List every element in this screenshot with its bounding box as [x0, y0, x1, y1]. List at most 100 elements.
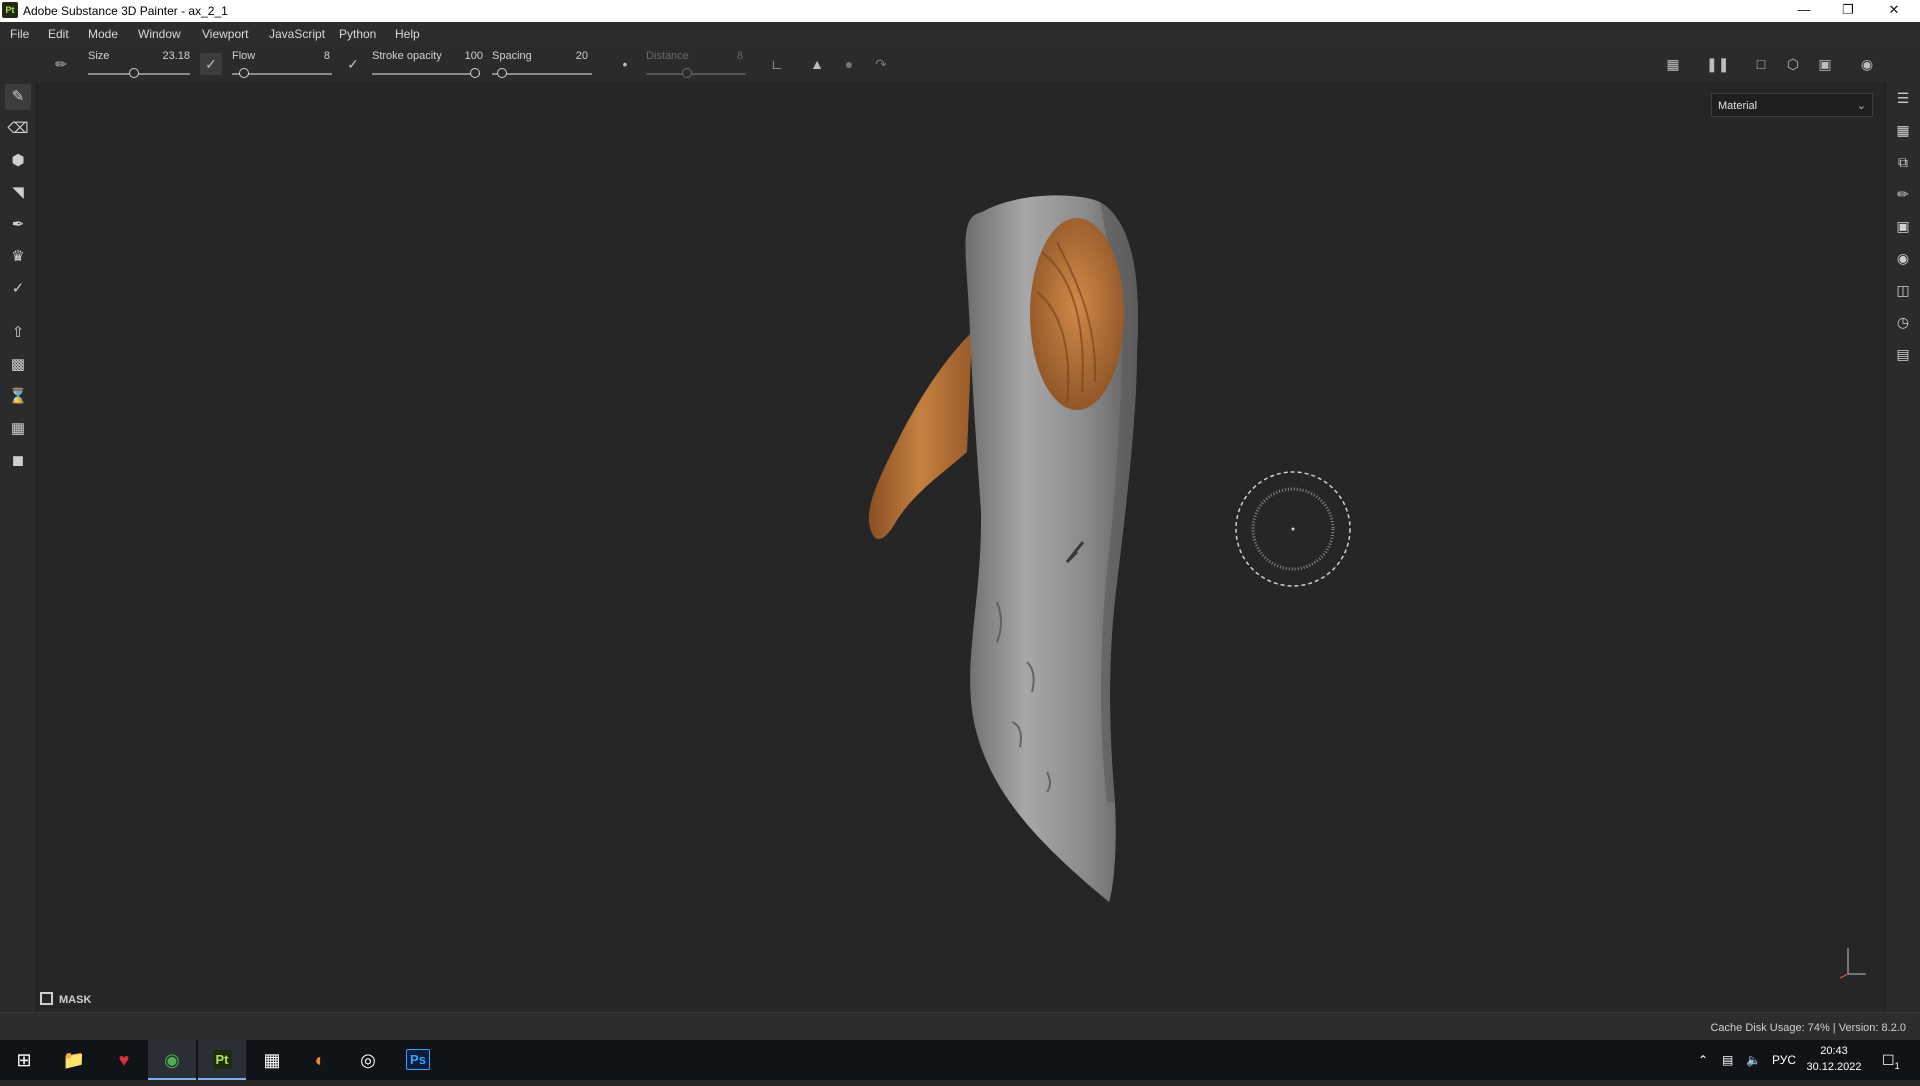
shader-settings-icon[interactable]: ◉	[1893, 248, 1913, 268]
windows-start-icon[interactable]: ⊞	[0, 1040, 48, 1080]
distance-label: Distance	[646, 50, 689, 62]
pause-render-icon[interactable]: ❚❚	[1706, 53, 1729, 75]
brush-cursor	[1235, 471, 1351, 587]
clock[interactable]: 20:43 30.12.2022	[1800, 1043, 1868, 1075]
pen-pressure-size-icon[interactable]: ✓	[200, 53, 222, 75]
distance-slider	[646, 68, 746, 78]
volume-icon[interactable]: 🔈	[1746, 1040, 1761, 1080]
vivaldi-icon[interactable]: ♥	[100, 1040, 148, 1080]
menu-mode[interactable]: Mode	[88, 27, 118, 41]
menu-viewport[interactable]: Viewport	[202, 27, 248, 41]
path-tool-icon[interactable]: ▩	[5, 352, 31, 378]
clone-stamp-icon[interactable]: ♛	[5, 244, 31, 270]
title-bar: Pt Adobe Substance 3D Painter - ax_2_1 —…	[0, 0, 1920, 22]
chrome-icon[interactable]: ◉	[148, 1040, 196, 1080]
view-mode-2d-icon[interactable]: □	[1750, 53, 1772, 75]
camera-icon[interactable]: ▣	[1814, 53, 1836, 75]
3d-viewport[interactable]	[37, 82, 1885, 1012]
language-indicator[interactable]: РУС	[1772, 1040, 1796, 1080]
cache-disk-label: Cache Disk Usage:	[1710, 1022, 1805, 1034]
stroke-opacity-label: Stroke opacity	[372, 50, 442, 62]
stroke-opacity-value[interactable]: 100	[443, 50, 483, 62]
color-picker-icon[interactable]: ✓	[5, 276, 31, 302]
photoshop-icon[interactable]: Ps	[394, 1040, 442, 1080]
assets-icon[interactable]: ◫	[1893, 280, 1913, 300]
bake-icon[interactable]: ⇧	[5, 320, 31, 346]
axe-model	[868, 195, 1139, 902]
file-explorer-icon[interactable]: 📁	[50, 1040, 98, 1080]
blender-icon[interactable]: ◐	[296, 1040, 344, 1080]
properties-icon[interactable]: ✏	[1893, 184, 1913, 204]
view-mode-3d-icon[interactable]: ⬡	[1782, 53, 1804, 75]
tray-expand-icon[interactable]: ⌃	[1698, 1040, 1708, 1080]
viewport-scene	[868, 195, 1351, 902]
window-title: Adobe Substance 3D Painter - ax_2_1	[23, 4, 228, 18]
spacing-slider-knob[interactable]	[496, 68, 507, 78]
network-icon[interactable]: ▤	[1722, 1040, 1733, 1080]
history-icon[interactable]: ◷	[1893, 312, 1913, 332]
layers-icon[interactable]: ⧉	[1893, 152, 1913, 172]
smudge-icon[interactable]: ✒	[5, 212, 31, 238]
obs-icon[interactable]: ◎	[344, 1040, 392, 1080]
notification-count: 1	[1894, 1060, 1900, 1071]
polygon-fill-icon[interactable]: ⌛	[5, 384, 31, 410]
menu-edit[interactable]: Edit	[48, 27, 69, 41]
uv-tool-icon[interactable]: ◼	[5, 448, 31, 474]
flow-slider-knob[interactable]	[239, 68, 250, 78]
menu-bar: File Edit Mode Window Viewport JavaScrip…	[0, 22, 1920, 46]
panels-dock: ☰ ▦ ⧉ ✏ ▣ ◉ ◫ ◷ ▤	[1885, 82, 1920, 1012]
notification-icon[interactable]: ☐1	[1882, 1040, 1900, 1086]
size-slider[interactable]	[88, 68, 190, 78]
chevron-down-icon: ⌄	[1856, 100, 1866, 112]
pen-pressure-flow-icon[interactable]: ✓	[342, 53, 364, 75]
tiling-icon[interactable]: ●	[838, 53, 860, 75]
spacing-value[interactable]: 20	[548, 50, 588, 62]
menu-help[interactable]: Help	[395, 27, 420, 41]
alignment-icon[interactable]: ∟	[766, 53, 788, 75]
size-slider-knob[interactable]	[129, 68, 140, 78]
axis-gizmo	[1839, 948, 1866, 979]
substance-painter-icon[interactable]: Pt	[198, 1040, 246, 1080]
restore-button[interactable]: ❐	[1826, 0, 1870, 22]
texture-set-settings-icon[interactable]: ▦	[1893, 120, 1913, 140]
menu-window[interactable]: Window	[138, 27, 181, 41]
tool-options-bar: ✏ Size 23.18 ✓ Flow 8 ✓ Stroke opacity 1…	[0, 46, 1920, 83]
stroke-opacity-slider[interactable]	[372, 68, 480, 78]
eraser-icon[interactable]: ⌫	[5, 116, 31, 142]
version-label: Version: 8.2.0	[1838, 1022, 1906, 1034]
symmetry-icon[interactable]: ▲	[806, 53, 828, 75]
minimize-button[interactable]: —	[1782, 0, 1826, 22]
axe-handle	[868, 332, 972, 539]
mask-toggle[interactable]: MASK	[40, 992, 91, 1006]
flow-label: Flow	[232, 50, 256, 62]
cache-disk-value: 74%	[1807, 1022, 1830, 1034]
close-button[interactable]: ✕	[1872, 0, 1916, 22]
log-icon[interactable]: ▤	[1893, 344, 1913, 364]
measure-icon[interactable]: ▦	[5, 416, 31, 442]
menu-python[interactable]: Python	[339, 27, 376, 41]
mask-checkbox-icon[interactable]	[40, 992, 53, 1005]
projection-icon[interactable]: ⬢	[5, 148, 31, 174]
zbrush-icon[interactable]: ▦	[248, 1040, 296, 1080]
flow-value[interactable]: 8	[290, 50, 330, 62]
lazy-mouse-icon[interactable]: •	[614, 53, 636, 75]
menu-javascript[interactable]: JavaScript	[269, 27, 325, 41]
flow-slider[interactable]	[232, 68, 332, 78]
paint-brush-icon[interactable]: ✎	[5, 84, 31, 110]
display-settings-icon[interactable]: ▣	[1893, 216, 1913, 236]
geometry-fill-icon[interactable]: ◥	[5, 180, 31, 206]
menu-file[interactable]: File	[10, 27, 29, 41]
viewport-mode-select[interactable]: Material ⌄	[1711, 93, 1873, 117]
screenshot-icon[interactable]: ◉	[1856, 53, 1878, 75]
transform-icon[interactable]: ↷	[870, 53, 892, 75]
stroke-opacity-slider-knob[interactable]	[470, 68, 480, 78]
size-value[interactable]: 23.18	[150, 50, 190, 62]
clock-date: 30.12.2022	[1806, 1061, 1862, 1073]
distance-value: 8	[736, 50, 743, 62]
distance-slider-knob	[682, 68, 692, 78]
brush-preset-icon[interactable]: ✏	[50, 53, 72, 75]
texture-set-list-icon[interactable]: ☰	[1893, 88, 1913, 108]
mask-label: MASK	[59, 994, 92, 1006]
viewport-visibility-icon[interactable]: ▦	[1662, 53, 1684, 75]
spacing-slider[interactable]	[492, 68, 592, 78]
